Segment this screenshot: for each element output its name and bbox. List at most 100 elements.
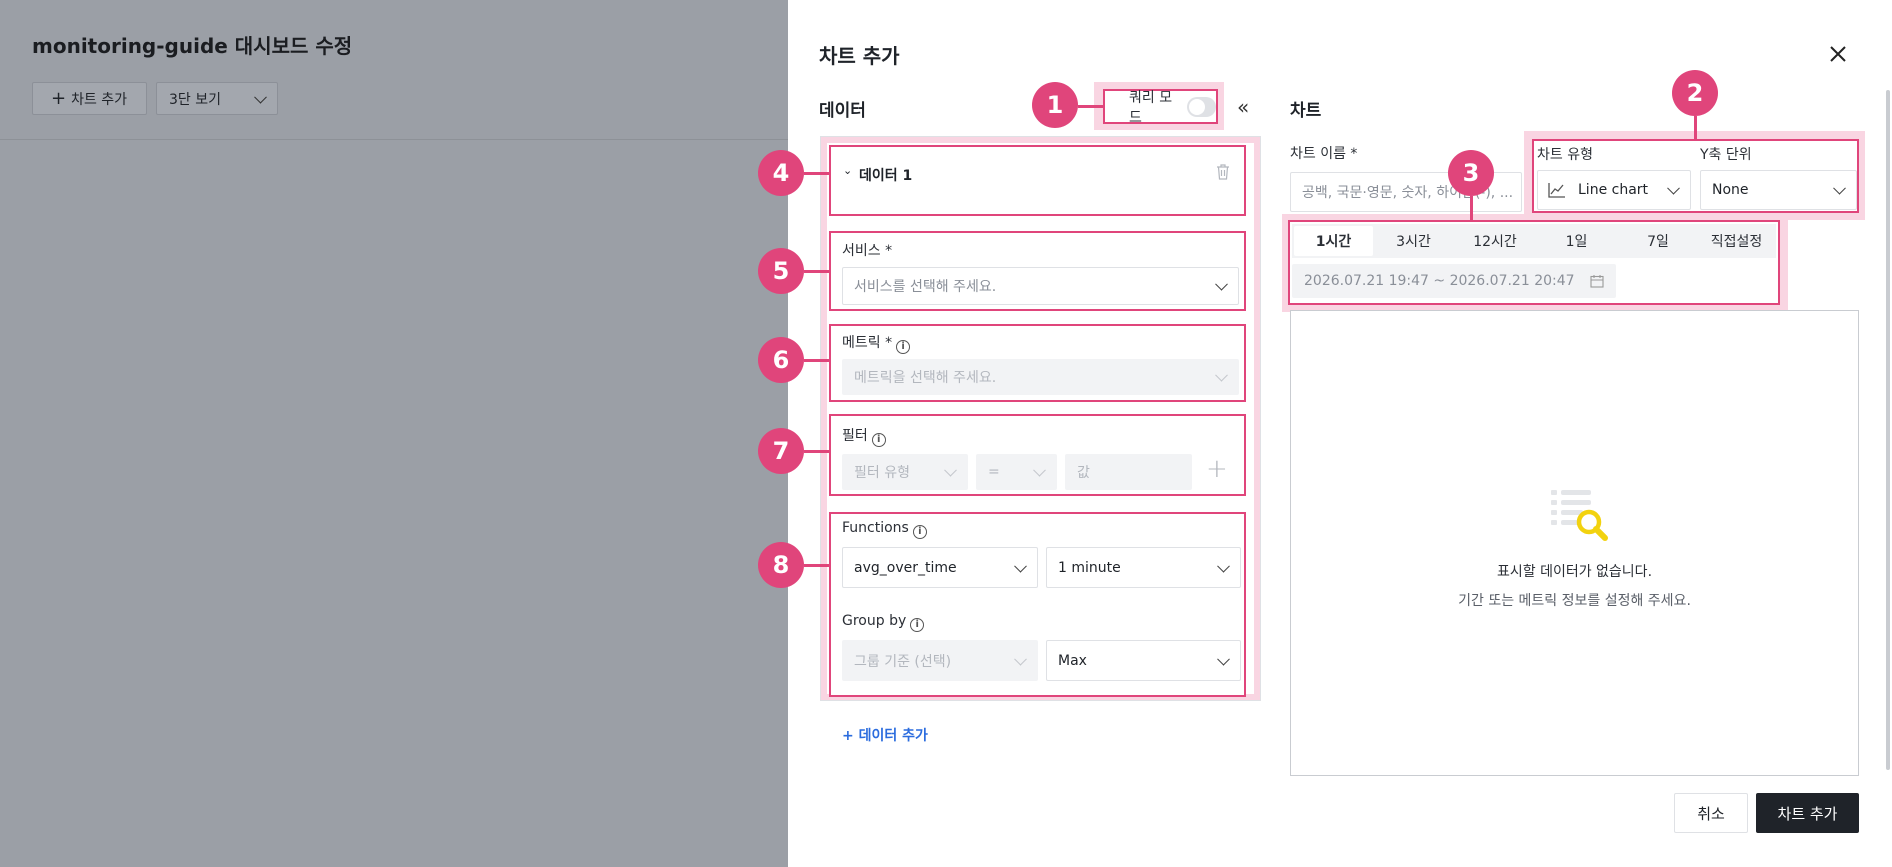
- service-placeholder: 서비스를 선택해 주세요.: [854, 279, 997, 295]
- annotation-badge: 4: [758, 150, 804, 196]
- functions-label: Functions: [842, 520, 909, 536]
- aggregate-select[interactable]: Max: [1046, 640, 1241, 681]
- info-icon[interactable]: i: [896, 340, 911, 354]
- service-label: 서비스 *: [842, 243, 893, 259]
- bg-view-select[interactable]: 3단 보기: [156, 82, 278, 115]
- chart-section-title: 차트: [1290, 101, 1322, 121]
- date-range-input[interactable]: 2026.07.21 19:47 ~ 2026.07.21 20:47: [1292, 264, 1616, 298]
- chart-preview: 표시할 데이터가 없습니다. 기간 또는 메트릭 정보를 설정해 주세요.: [1290, 310, 1859, 776]
- add-data-link[interactable]: + 데이터 추가: [842, 725, 928, 745]
- trash-icon[interactable]: [1216, 164, 1230, 184]
- filter-block: 필터 i 필터 유형 = 값 +: [829, 414, 1246, 496]
- tab-7d[interactable]: 7일: [1617, 226, 1699, 256]
- annotation-connector: [804, 450, 829, 453]
- bg-divider: [0, 139, 788, 140]
- calendar-icon[interactable]: [1590, 274, 1604, 292]
- filter-type-select[interactable]: 필터 유형: [842, 454, 968, 490]
- groupby-placeholder: 그룹 기준 (선택): [854, 653, 952, 670]
- groupby-select[interactable]: 그룹 기준 (선택): [842, 640, 1038, 681]
- chevron-down-icon[interactable]: ⌄: [843, 164, 852, 177]
- interval-value: 1 minute: [1058, 559, 1121, 576]
- functions-label-wrap: Functions i: [842, 520, 927, 539]
- functions-block: Functions i avg_over_time 1 minute Group …: [829, 512, 1246, 697]
- chevron-down-icon: [1014, 559, 1027, 573]
- submit-add-chart-button[interactable]: 차트 추가: [1756, 793, 1859, 833]
- function-value: avg_over_time: [854, 559, 957, 576]
- tab-12h[interactable]: 12시간: [1454, 226, 1536, 256]
- add-filter-icon[interactable]: +: [1206, 454, 1228, 484]
- annotation-badge: 3: [1448, 150, 1494, 196]
- annotation-badge: 2: [1672, 70, 1718, 116]
- filter-type-placeholder: 필터 유형: [854, 465, 910, 481]
- data-block-title: 데이터 1: [859, 168, 913, 184]
- annotation-connector: [804, 270, 829, 273]
- collapse-icon[interactable]: «: [1237, 95, 1249, 119]
- chevron-down-icon: [1014, 652, 1027, 666]
- info-icon[interactable]: i: [871, 433, 886, 447]
- y-unit-value: None: [1712, 182, 1749, 198]
- annotation-badge: 6: [758, 337, 804, 383]
- function-select[interactable]: avg_over_time: [842, 547, 1038, 588]
- chart-type-block: 차트 유형 Y축 단위 Line chart None: [1532, 139, 1859, 213]
- time-range-block: 1시간 3시간 12시간 1일 7일 직접설정 2026.07.21 19:47…: [1288, 220, 1780, 305]
- plus-icon: +: [51, 88, 67, 109]
- bg-add-chart-button[interactable]: + 차트 추가: [32, 82, 147, 115]
- annotation-connector: [804, 564, 829, 567]
- groupby-label: Group by: [842, 613, 907, 629]
- cancel-button[interactable]: 취소: [1674, 793, 1748, 833]
- metric-placeholder: 메트릭을 선택해 주세요.: [854, 370, 997, 386]
- close-icon[interactable]: [1828, 44, 1848, 64]
- metric-select[interactable]: 메트릭을 선택해 주세요.: [842, 359, 1239, 395]
- filter-value-placeholder: 값: [1077, 465, 1090, 481]
- annotation-badge: 1: [1032, 82, 1078, 128]
- empty-title: 표시할 데이터가 없습니다.: [1496, 564, 1653, 580]
- chevron-down-icon: [1217, 652, 1230, 666]
- annotation-connector: [804, 359, 829, 362]
- aggregate-value: Max: [1058, 652, 1087, 669]
- y-unit-label: Y축 단위: [1700, 147, 1752, 163]
- bg-view-select-value: 3단 보기: [169, 91, 221, 108]
- y-unit-select[interactable]: None: [1700, 170, 1857, 210]
- chart-name-label: 차트 이름 *: [1290, 146, 1358, 162]
- groupby-label-wrap: Group by i: [842, 613, 925, 632]
- chart-type-value: Line chart: [1578, 182, 1649, 198]
- time-tabs: 1시간 3시간 12시간 1일 7일 직접설정: [1292, 224, 1776, 258]
- filter-label: 필터: [842, 428, 868, 444]
- empty-data-icon: [1547, 484, 1611, 552]
- annotation-connector: [1470, 196, 1473, 220]
- scrollbar[interactable]: [1886, 90, 1890, 770]
- filter-value-input[interactable]: 값: [1065, 454, 1192, 490]
- chevron-down-icon: [1033, 463, 1046, 477]
- data-block-header[interactable]: ⌄ 데이터 1: [829, 145, 1246, 216]
- empty-desc: 기간 또는 메트릭 정보를 설정해 주세요.: [1458, 593, 1691, 609]
- service-block: 서비스 * 서비스를 선택해 주세요.: [829, 231, 1246, 311]
- info-icon[interactable]: i: [910, 618, 925, 632]
- metric-block: 메트릭 * i 메트릭을 선택해 주세요.: [829, 324, 1246, 402]
- tab-1h[interactable]: 1시간: [1294, 226, 1373, 256]
- filter-label-wrap: 필터 i: [842, 425, 886, 447]
- date-range-value: 2026.07.21 19:47 ~ 2026.07.21 20:47: [1304, 273, 1575, 289]
- filter-operator: =: [988, 464, 1000, 480]
- info-icon[interactable]: i: [912, 525, 927, 539]
- annotation-connector: [1694, 116, 1697, 139]
- filter-operator-select[interactable]: =: [976, 454, 1057, 490]
- tab-custom[interactable]: 직접설정: [1699, 226, 1774, 256]
- tab-3h[interactable]: 3시간: [1373, 226, 1454, 256]
- drawer-title: 차트 추가: [819, 44, 900, 68]
- query-mode-label: 쿼리 모드: [1129, 89, 1173, 126]
- annotation-connector: [804, 172, 829, 175]
- chevron-down-icon: [1215, 277, 1228, 291]
- chevron-down-icon: [1667, 181, 1680, 195]
- dashboard-title: monitoring-guide 대시보드 수정: [32, 34, 353, 58]
- chevron-down-icon: [1217, 559, 1230, 573]
- toggle-switch[interactable]: [1187, 96, 1216, 117]
- data-section-title: 데이터: [819, 101, 866, 121]
- service-select[interactable]: 서비스를 선택해 주세요.: [842, 267, 1239, 305]
- metric-label-wrap: 메트릭 * i: [842, 332, 911, 354]
- chevron-down-icon: [1215, 368, 1228, 382]
- bg-add-chart-label: 차트 추가: [71, 91, 128, 108]
- query-mode-toggle[interactable]: 쿼리 모드: [1103, 89, 1218, 126]
- tab-1d[interactable]: 1일: [1536, 226, 1617, 256]
- chart-type-select[interactable]: Line chart: [1537, 170, 1691, 210]
- interval-select[interactable]: 1 minute: [1046, 547, 1241, 588]
